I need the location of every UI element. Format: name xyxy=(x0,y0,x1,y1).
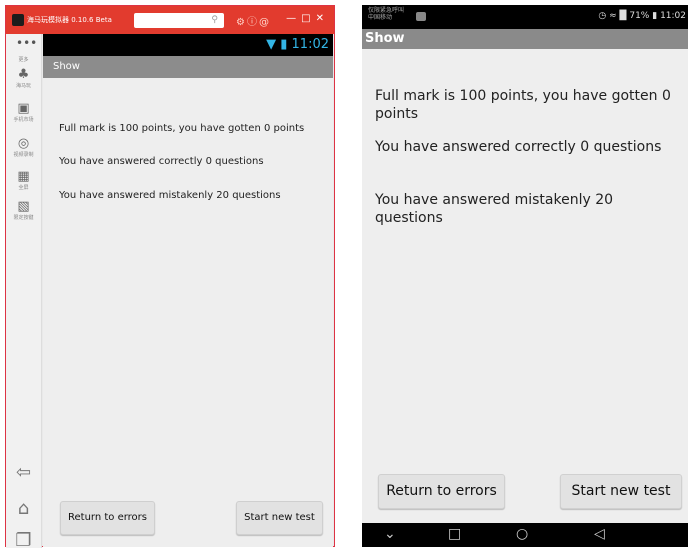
search-icon[interactable]: ⚲ xyxy=(211,15,218,25)
sidebar-item-label: 视频录制 xyxy=(13,152,34,158)
alarm-icon: ◷ xyxy=(598,11,607,21)
maximize-icon[interactable]: □ xyxy=(301,13,315,24)
correct-count-text: You have answered correctly 0 questions xyxy=(375,139,662,155)
sidebar-item-label: 限定按键 xyxy=(13,215,34,221)
device-screen: 仅限紧急呼叫 中国移动 ◷ ≈ █ 71% ▮ 11:02 Show Full … xyxy=(362,5,688,547)
return-to-errors-button[interactable]: Return to errors xyxy=(60,501,155,535)
close-icon[interactable]: ✕ xyxy=(316,13,329,24)
signal-icon: █ xyxy=(619,11,627,21)
page-title: Show xyxy=(365,31,405,46)
action-bar: Show xyxy=(43,56,333,78)
at-icon[interactable]: @ xyxy=(259,17,271,28)
battery-icon: ▮ xyxy=(280,37,288,52)
home-icon[interactable]: ○ xyxy=(516,526,528,542)
sidebar-item-more[interactable]: 更多 xyxy=(6,56,41,64)
chevron-down-icon[interactable]: ⌄ xyxy=(384,526,396,542)
device-navigation-bar: ⌄ □ ○ ◁ xyxy=(362,523,688,547)
fullscreen-icon: ▦ xyxy=(17,169,30,184)
start-new-test-button[interactable]: Start new test xyxy=(236,501,323,535)
start-new-test-button[interactable]: Start new test xyxy=(560,474,682,509)
home-icon[interactable]: ⌂ xyxy=(6,498,41,519)
help-icon[interactable]: ⓘ xyxy=(247,17,259,28)
recent-apps-icon[interactable]: ❐ xyxy=(6,530,41,551)
back-icon[interactable]: ⇦ xyxy=(6,462,41,483)
window-controls[interactable]: —□✕ xyxy=(286,13,329,24)
status-icons: ▼ ▮ 11:02 xyxy=(266,37,329,52)
emulator-search-box[interactable]: ⚲ xyxy=(134,13,224,28)
emulator-title: 海马玩模拟器 0.10.6 Beta xyxy=(27,16,112,24)
minimize-icon[interactable]: — xyxy=(286,13,301,24)
sidebar-item-label: 全屏 xyxy=(18,185,29,191)
emulator-titlebar: 海马玩模拟器 0.10.6 Beta ⚲ ⚙ⓘ@ —□✕ xyxy=(6,6,334,34)
carrier-line2: 中国移动 xyxy=(368,14,393,21)
status-bar: ▼ ▮ 11:02 xyxy=(43,34,333,56)
device-action-bar: Show xyxy=(362,29,688,49)
mistaken-count-text: You have answered mistakenly 20 question… xyxy=(375,192,614,226)
battery-icon: ▮ xyxy=(652,11,658,21)
return-to-errors-button[interactable]: Return to errors xyxy=(378,474,505,509)
emulator-logo-icon xyxy=(12,14,24,26)
emulator-window: 海马玩模拟器 0.10.6 Beta ⚲ ⚙ⓘ@ —□✕ ••• 更多 ♣ 海马… xyxy=(5,5,335,551)
page-title: Show xyxy=(53,61,80,72)
sidebar-item-keymap[interactable]: ▧ 限定按键 xyxy=(6,200,41,222)
status-time: 11:02 xyxy=(291,37,329,52)
device-status-icons: ◷ ≈ █ 71% ▮ 11:02 xyxy=(598,11,686,21)
emulator-toolbar-icons[interactable]: ⚙ⓘ@ xyxy=(236,13,271,28)
sidebar-item-haimawan[interactable]: ♣ 海马玩 xyxy=(6,68,41,90)
sidebar-item-phone-market[interactable]: ▣ 手机市场 xyxy=(6,102,41,124)
app-store-icon: ♣ xyxy=(17,67,30,82)
phone-market-icon: ▣ xyxy=(17,101,30,116)
device-status-bar: 仅限紧急呼叫 中国移动 ◷ ≈ █ 71% ▮ 11:02 xyxy=(362,5,688,29)
more-dots-icon[interactable]: ••• xyxy=(16,36,37,50)
keymap-icon: ▧ xyxy=(17,199,30,214)
sidebar-item-label: 手机市场 xyxy=(13,117,34,123)
sidebar-item-fullscreen[interactable]: ▦ 全屏 xyxy=(6,170,41,192)
mistaken-count-text: You have answered mistakenly 20 question… xyxy=(59,190,281,201)
full-mark-text: Full mark is 100 points, you have gotten… xyxy=(59,123,305,134)
back-icon[interactable]: ◁ xyxy=(594,526,605,542)
carrier-info: 仅限紧急呼叫 中国移动 xyxy=(368,7,404,21)
wifi-icon: ▼ xyxy=(266,37,277,52)
sidebar-item-label: 更多 xyxy=(18,57,29,63)
carrier-line1: 仅限紧急呼叫 xyxy=(368,7,405,14)
full-mark-text: Full mark is 100 points, you have gotten… xyxy=(375,88,671,122)
notification-icon xyxy=(416,12,426,21)
sidebar-item-video-record[interactable]: ◎ 视频录制 xyxy=(6,137,41,159)
battery-percent: 71% xyxy=(629,11,650,21)
sidebar-item-label: 海马玩 xyxy=(15,83,31,89)
correct-count-text: You have answered correctly 0 questions xyxy=(59,156,264,167)
device-status-time: 11:02 xyxy=(660,11,686,21)
settings-icon[interactable]: ⚙ xyxy=(236,17,247,28)
video-record-icon: ◎ xyxy=(17,136,30,151)
emulator-sidebar: ••• 更多 ♣ 海马玩 ▣ 手机市场 ◎ 视频录制 ▦ 全屏 ▧ 限定按键 ⇦… xyxy=(6,34,42,551)
recent-apps-icon[interactable]: □ xyxy=(448,526,461,542)
wifi-icon: ≈ xyxy=(609,11,617,21)
emulator-screen: ▼ ▮ 11:02 Show Full mark is 100 points, … xyxy=(43,34,333,547)
